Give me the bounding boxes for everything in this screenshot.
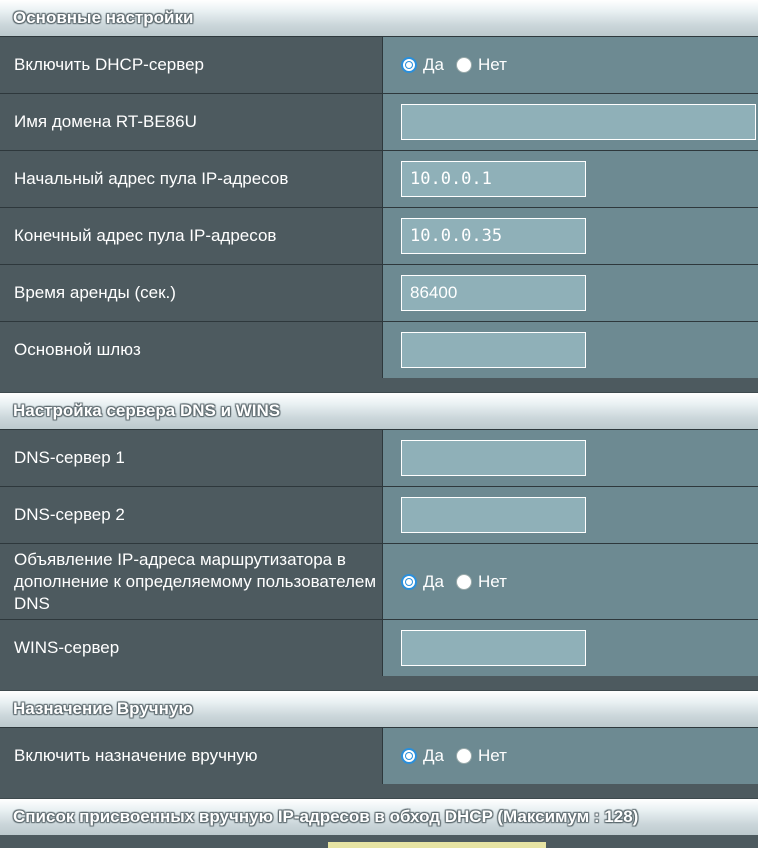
lease-time-label: Время аренды (сек.)	[0, 265, 383, 321]
advertise-radio-group: Да Нет	[401, 572, 517, 592]
advertise-router-ip-label: Объявление IP-адреса маршрутизатора в до…	[0, 544, 383, 619]
dhcp-enable-no-radio[interactable]	[455, 57, 472, 73]
dhcp-enable-radio-group: Да Нет	[401, 55, 517, 75]
manual-enable-no-label[interactable]: Нет	[478, 746, 507, 766]
row-domain-name: Имя домена RT-BE86U	[0, 93, 758, 150]
advertise-yes-radio[interactable]	[401, 573, 417, 590]
row-advertise-router-ip: Объявление IP-адреса маршрутизатора в до…	[0, 543, 758, 619]
domain-name-label: Имя домена RT-BE86U	[0, 94, 383, 150]
section-gap	[0, 784, 758, 799]
advertise-no-radio[interactable]	[455, 573, 472, 590]
manual-enable-no-radio[interactable]	[455, 748, 472, 764]
pool-end-input[interactable]: 10.0.0.35	[401, 218, 586, 254]
dns2-input[interactable]	[401, 497, 586, 533]
section-header-manual: Назначение Вручную	[0, 691, 758, 727]
section-gap	[0, 676, 758, 691]
dns1-input[interactable]	[401, 440, 586, 476]
list-header-accent	[328, 842, 546, 848]
section-header-dns-wins: Настройка сервера DNS и WINS	[0, 393, 758, 429]
domain-name-input[interactable]	[401, 104, 756, 140]
section-header-manual-list: Список присвоенных вручную IP-адресов в …	[0, 799, 758, 835]
manual-enable-yes-radio[interactable]	[401, 748, 417, 764]
dns2-label: DNS-сервер 2	[0, 487, 383, 543]
dhcp-enable-yes-label[interactable]: Да	[423, 55, 444, 75]
dhcp-enable-no-label[interactable]: Нет	[478, 55, 507, 75]
section-header-basic: Основные настройки	[0, 0, 758, 36]
row-pool-start: Начальный адрес пула IP-адресов 10.0.0.1	[0, 150, 758, 207]
wins-label: WINS-сервер	[0, 620, 383, 676]
pool-start-label: Начальный адрес пула IP-адресов	[0, 151, 383, 207]
row-lease-time: Время аренды (сек.) 86400	[0, 264, 758, 321]
row-dhcp-enable: Включить DHCP-сервер Да Нет	[0, 36, 758, 93]
dns1-label: DNS-сервер 1	[0, 430, 383, 486]
row-dns2: DNS-сервер 2	[0, 486, 758, 543]
pool-start-input[interactable]: 10.0.0.1	[401, 161, 586, 197]
manual-enable-label: Включить назначение вручную	[0, 728, 383, 784]
gateway-input[interactable]	[401, 332, 586, 368]
advertise-no-label[interactable]: Нет	[478, 572, 507, 592]
pool-end-label: Конечный адрес пула IP-адресов	[0, 208, 383, 264]
bottom-strip	[0, 842, 758, 848]
lease-time-input[interactable]: 86400	[401, 275, 586, 311]
dhcp-enable-label: Включить DHCP-сервер	[0, 37, 383, 93]
row-pool-end: Конечный адрес пула IP-адресов 10.0.0.35	[0, 207, 758, 264]
section-gap	[0, 378, 758, 393]
row-manual-enable: Включить назначение вручную Да Нет	[0, 727, 758, 784]
row-dns1: DNS-сервер 1	[0, 429, 758, 486]
row-wins: WINS-сервер	[0, 619, 758, 676]
wins-input[interactable]	[401, 630, 586, 666]
row-gateway: Основной шлюз	[0, 321, 758, 378]
manual-enable-radio-group: Да Нет	[401, 746, 517, 766]
advertise-yes-label[interactable]: Да	[423, 572, 444, 592]
dhcp-enable-yes-radio[interactable]	[401, 57, 417, 73]
manual-enable-yes-label[interactable]: Да	[423, 746, 444, 766]
gateway-label: Основной шлюз	[0, 322, 383, 378]
